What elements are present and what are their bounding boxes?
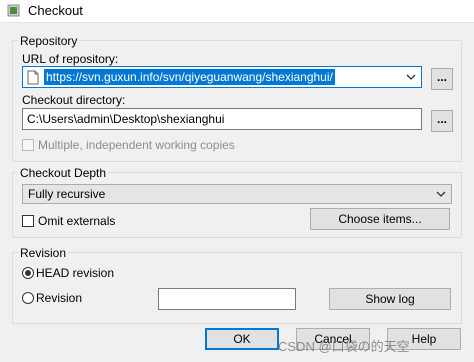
document-icon	[27, 70, 39, 85]
checkout-dir-label: Checkout directory:	[22, 93, 126, 107]
show-log-button[interactable]: Show log	[329, 288, 451, 310]
head-revision-radio[interactable]	[22, 267, 34, 279]
revision-group-label: Revision	[18, 246, 69, 260]
omit-externals-label: Omit externals	[38, 214, 116, 228]
chevron-down-icon[interactable]	[405, 70, 417, 84]
chevron-down-icon	[436, 191, 446, 197]
head-revision-label: HEAD revision	[36, 266, 115, 280]
browse-dir-button[interactable]: ...	[431, 110, 453, 132]
multiple-copies-checkbox[interactable]	[22, 139, 34, 151]
browse-url-button[interactable]: ...	[431, 68, 453, 90]
depth-select[interactable]: Fully recursive	[22, 184, 452, 204]
radio-selected-dot	[25, 270, 31, 276]
choose-items-button[interactable]: Choose items...	[310, 208, 450, 230]
url-label: URL of repository:	[22, 52, 119, 66]
multiple-copies-label: Multiple, independent working copies	[38, 138, 235, 152]
csdn-watermark: CSDN @口袋の的天空	[278, 339, 410, 354]
title-bar: Checkout	[0, 0, 474, 23]
depth-selected-value: Fully recursive	[28, 187, 106, 201]
checkout-depth-group-label: Checkout Depth	[18, 166, 109, 180]
window-title: Checkout	[28, 3, 83, 18]
revision-radio[interactable]	[22, 292, 34, 304]
omit-externals-checkbox[interactable]	[22, 215, 34, 227]
checkout-dir-value: C:\Users\admin\Desktop\shexianghui	[27, 112, 225, 126]
tortoisesvn-app-icon	[7, 4, 20, 17]
url-value: https://svn.guxun.info/svn/qiyeguanwang/…	[44, 69, 335, 85]
ok-button[interactable]: OK	[205, 328, 279, 350]
url-combobox[interactable]: https://svn.guxun.info/svn/qiyeguanwang/…	[22, 66, 422, 88]
checkout-dir-input[interactable]: C:\Users\admin\Desktop\shexianghui	[22, 108, 422, 130]
repository-group-label: Repository	[18, 34, 80, 48]
revision-label: Revision	[36, 291, 83, 305]
revision-input[interactable]	[158, 288, 296, 310]
